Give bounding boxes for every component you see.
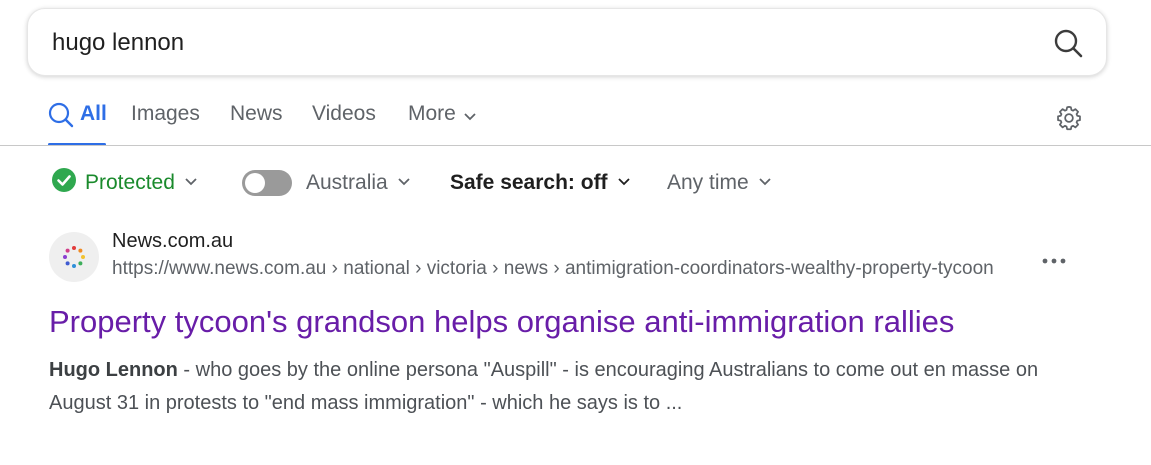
search-tabs: All Images News Videos More bbox=[0, 96, 1151, 146]
safe-search-label: Safe search: off bbox=[450, 171, 608, 194]
protected-filter[interactable]: Protected bbox=[51, 166, 199, 200]
search-icon[interactable] bbox=[1052, 27, 1084, 59]
search-result: News.com.au https://www.news.com.au › na… bbox=[0, 228, 1151, 428]
region-filter[interactable]: Australia bbox=[242, 166, 412, 200]
chevron-down-icon bbox=[396, 171, 412, 195]
tab-label: Videos bbox=[312, 102, 376, 125]
snippet-text: - who goes by the online persona "Auspil… bbox=[49, 359, 1039, 414]
snippet-highlight: Hugo Lennon bbox=[49, 359, 178, 381]
region-label: Australia bbox=[306, 171, 388, 194]
chevron-down-icon bbox=[183, 171, 199, 195]
tab-label: Images bbox=[131, 102, 200, 125]
tab-videos[interactable]: Videos bbox=[312, 102, 376, 142]
chevron-down-icon bbox=[616, 171, 632, 195]
filter-bar: Protected Australia Safe search: off Any… bbox=[0, 166, 1151, 200]
tab-images[interactable]: Images bbox=[131, 102, 200, 142]
tab-more[interactable]: More bbox=[408, 102, 478, 142]
result-site-name[interactable]: News.com.au bbox=[112, 230, 233, 253]
chevron-down-icon bbox=[462, 106, 478, 130]
gear-icon[interactable] bbox=[1055, 104, 1083, 132]
result-title-link[interactable]: Property tycoon's grandson helps organis… bbox=[49, 304, 1049, 340]
tab-label: News bbox=[230, 102, 283, 125]
region-toggle[interactable] bbox=[242, 170, 292, 196]
tab-all[interactable]: All bbox=[48, 102, 107, 142]
time-label: Any time bbox=[667, 171, 749, 194]
tabs-divider bbox=[0, 145, 1151, 146]
search-icon bbox=[48, 102, 74, 134]
chevron-down-icon bbox=[757, 171, 773, 195]
tab-label: All bbox=[80, 102, 107, 125]
time-filter[interactable]: Any time bbox=[667, 166, 773, 200]
toggle-knob bbox=[245, 173, 265, 193]
tab-news[interactable]: News bbox=[230, 102, 283, 142]
check-circle-icon bbox=[51, 167, 77, 199]
tab-label: More bbox=[408, 102, 456, 125]
search-box bbox=[27, 8, 1107, 76]
result-snippet: Hugo Lennon - who goes by the online per… bbox=[49, 354, 1059, 420]
protected-label: Protected bbox=[85, 171, 175, 194]
search-input[interactable] bbox=[52, 26, 1012, 60]
result-url[interactable]: https://www.news.com.au › national › vic… bbox=[112, 258, 1042, 280]
more-horizontal-icon[interactable] bbox=[1040, 254, 1070, 268]
news-favicon[interactable] bbox=[49, 232, 99, 282]
safe-search-filter[interactable]: Safe search: off bbox=[450, 166, 632, 200]
